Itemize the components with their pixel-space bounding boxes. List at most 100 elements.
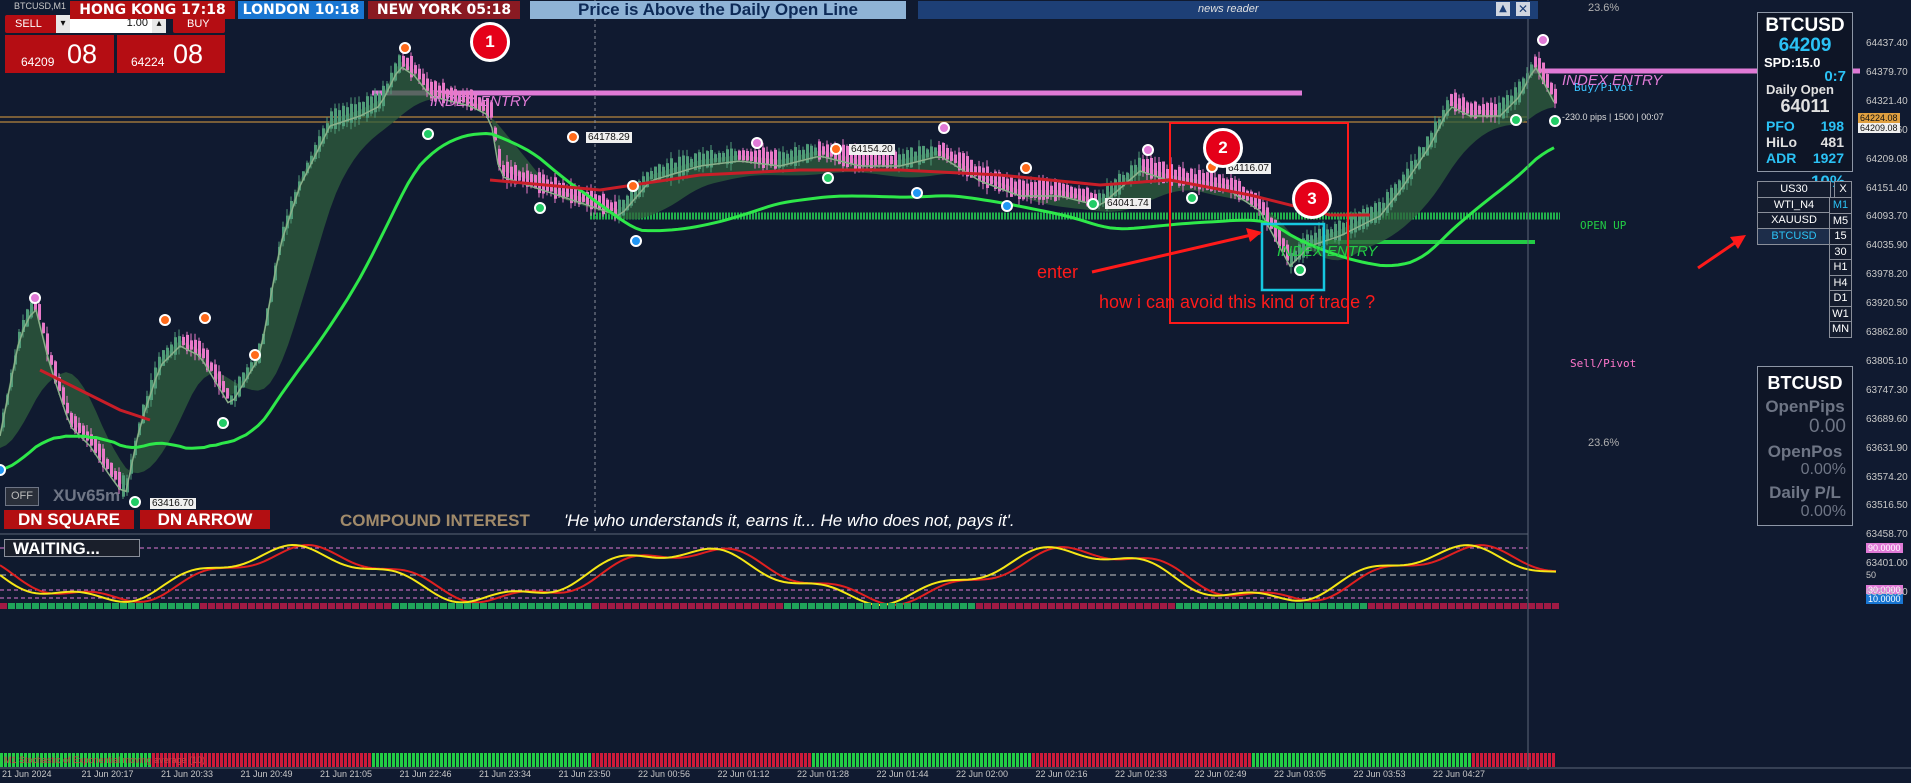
candle-body bbox=[1214, 177, 1217, 188]
index-entry-label-mid: INDEX ENTRY bbox=[1277, 243, 1378, 260]
info-price: 64209 bbox=[1778, 35, 1832, 56]
trend-ribbon-cell bbox=[1096, 603, 1103, 609]
signal-ribbon-cell bbox=[208, 753, 211, 767]
signal-ribbon-cell bbox=[320, 753, 323, 767]
trend-ribbon-cell bbox=[304, 603, 311, 609]
signal-ribbon-cell bbox=[416, 753, 419, 767]
sell-price-box[interactable]: 64209 08 bbox=[5, 35, 114, 73]
time-axis-tick: 22 Jun 03:05 bbox=[1274, 769, 1327, 779]
trend-ribbon-cell bbox=[680, 603, 687, 609]
open-up-label: OPEN UP bbox=[1580, 219, 1627, 232]
trend-ribbon-cell bbox=[56, 603, 63, 609]
signal-ribbon-cell bbox=[1272, 753, 1275, 767]
timeframe-button-30[interactable]: 30 bbox=[1829, 243, 1852, 261]
signal-ribbon-cell bbox=[956, 753, 959, 767]
signal-ribbon-cell bbox=[276, 753, 279, 767]
signal-ribbon-cell bbox=[1116, 753, 1119, 767]
buy-price-box[interactable]: 64224 08 bbox=[117, 35, 225, 73]
candle-body bbox=[914, 151, 917, 162]
signal-dot-sell bbox=[567, 131, 579, 143]
candle-body bbox=[674, 162, 677, 173]
symbol-button-wti_n4[interactable]: WTI_N4 bbox=[1757, 196, 1831, 214]
candle-body bbox=[1014, 181, 1017, 194]
fib-label-top: 23.6% bbox=[1588, 2, 1620, 14]
timeframe-button-m5[interactable]: M5 bbox=[1829, 212, 1852, 230]
signal-ribbon-cell bbox=[1308, 753, 1311, 767]
candle-body bbox=[334, 108, 337, 130]
news-close-icon[interactable]: ✕ bbox=[1516, 2, 1530, 16]
timeframe-button-15[interactable]: 15 bbox=[1829, 228, 1852, 245]
signal-ribbon-cell bbox=[1316, 753, 1319, 767]
trend-ribbon-cell bbox=[1016, 603, 1023, 609]
candle-body bbox=[738, 150, 741, 160]
signal-ribbon-cell bbox=[756, 753, 759, 767]
session-new-york: NEW YORK 05:18 bbox=[368, 1, 520, 19]
trend-ribbon-cell bbox=[688, 603, 695, 609]
trend-ribbon-cell bbox=[1520, 603, 1527, 609]
candle-body bbox=[1002, 176, 1005, 190]
candle-body bbox=[1546, 74, 1549, 88]
trend-ribbon-cell bbox=[1504, 603, 1511, 609]
timeframe-button-h1[interactable]: H1 bbox=[1829, 259, 1852, 276]
signal-ribbon-cell bbox=[636, 753, 639, 767]
signal-ribbon-cell bbox=[436, 753, 439, 767]
time-axis-tick: 22 Jun 01:44 bbox=[876, 769, 929, 779]
signal-ribbon-cell bbox=[212, 753, 215, 767]
trend-ribbon-cell bbox=[1248, 603, 1255, 609]
time-axis-tick: 21 Jun 21:05 bbox=[320, 769, 373, 779]
timeframe-button-m1[interactable]: M1 bbox=[1829, 197, 1852, 214]
candle-body bbox=[766, 151, 769, 165]
signal-ribbon-cell bbox=[244, 753, 247, 767]
signal-ribbon-cell bbox=[428, 753, 431, 767]
dn-arrow-button[interactable]: DN ARROW bbox=[140, 510, 270, 529]
trend-ribbon-cell bbox=[1288, 603, 1295, 609]
trend-ribbon-cell bbox=[424, 603, 431, 609]
signal-ribbon-cell bbox=[1332, 753, 1335, 767]
signal-ribbon-cell bbox=[1496, 753, 1499, 767]
signal-ribbon-cell bbox=[1224, 753, 1227, 767]
trend-ribbon-cell bbox=[144, 603, 151, 609]
signal-ribbon-cell bbox=[1204, 753, 1207, 767]
signal-ribbon-cell bbox=[1312, 753, 1315, 767]
signal-ribbon-cell bbox=[396, 753, 399, 767]
trend-ribbon-cell bbox=[480, 603, 487, 609]
signal-ribbon-cell bbox=[268, 753, 271, 767]
trend-ribbon-cell bbox=[1416, 603, 1423, 609]
signal-ribbon-cell bbox=[1432, 753, 1435, 767]
time-axis-tick: 21 Jun 2024 bbox=[2, 769, 52, 779]
signal-ribbon-cell bbox=[888, 753, 891, 767]
signal-ribbon-cell bbox=[584, 753, 587, 767]
signal-ribbon-cell bbox=[1004, 753, 1007, 767]
candle-body bbox=[190, 340, 193, 350]
timeframe-button-w1[interactable]: W1 bbox=[1829, 305, 1852, 323]
timeframe-button-d1[interactable]: D1 bbox=[1829, 290, 1852, 307]
candle-body bbox=[770, 151, 773, 167]
signal-ribbon-cell bbox=[524, 753, 527, 767]
signal-ribbon-cell bbox=[820, 753, 823, 767]
off-toggle-button[interactable]: OFF bbox=[5, 487, 39, 506]
symbol-button-xauusd[interactable]: XAUUSD bbox=[1757, 212, 1831, 229]
candle-body bbox=[78, 422, 81, 434]
signal-ribbon-cell bbox=[720, 753, 723, 767]
signal-ribbon-cell bbox=[600, 753, 603, 767]
symbol-close-button[interactable]: X bbox=[1834, 181, 1852, 198]
trend-ribbon-cell bbox=[200, 603, 207, 609]
timeframe-button-h4[interactable]: H4 bbox=[1829, 274, 1852, 292]
signal-ribbon-cell bbox=[752, 753, 755, 767]
signal-ribbon-cell bbox=[1440, 753, 1443, 767]
news-minimize-icon[interactable]: ▲ bbox=[1496, 2, 1510, 16]
time-axis-tick: 22 Jun 01:12 bbox=[717, 769, 770, 779]
candle-body bbox=[1490, 102, 1493, 118]
symbol-button-btcusd[interactable]: BTCUSD bbox=[1757, 227, 1831, 245]
signal-ribbon-cell bbox=[828, 753, 831, 767]
timeframe-button-mn[interactable]: MN bbox=[1829, 321, 1852, 338]
signal-dot-sell bbox=[938, 122, 950, 134]
symbol-button-us30[interactable]: US30 bbox=[1757, 181, 1831, 198]
price-axis-tick: 63862.80 bbox=[1866, 327, 1908, 338]
candle-body bbox=[926, 149, 929, 158]
signal-ribbon-cell bbox=[536, 753, 539, 767]
info-spread: SPD:15.0 bbox=[1764, 55, 1821, 70]
lot-decrease-button[interactable]: ▾ bbox=[56, 15, 70, 33]
dn-square-button[interactable]: DN SQUARE bbox=[4, 510, 134, 529]
time-axis-tick: 21 Jun 20:49 bbox=[240, 769, 293, 779]
